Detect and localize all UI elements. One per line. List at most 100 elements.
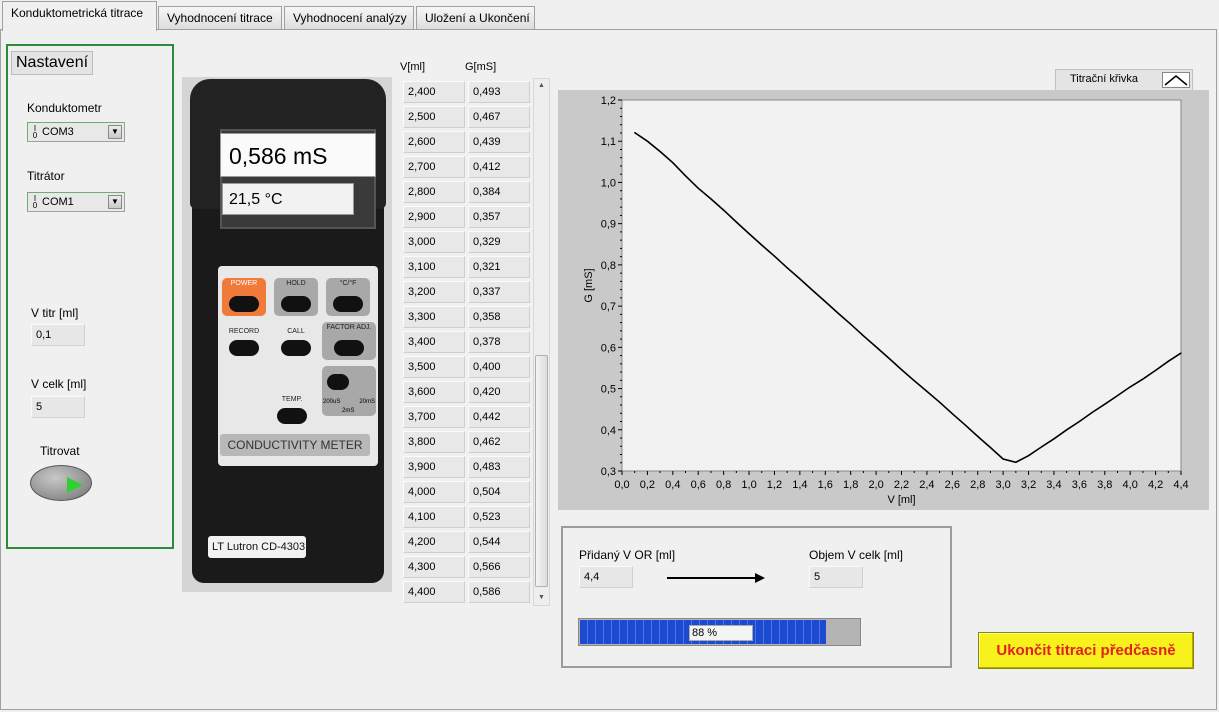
key-knob: [333, 296, 363, 312]
table-cell-v: 4,200: [403, 531, 465, 553]
settings-title: Nastavení: [11, 51, 94, 75]
progress-bar: 88 %: [578, 618, 861, 646]
tab-conductometric-titration[interactable]: Konduktometrická titrace: [2, 1, 157, 31]
total-volume-label: Objem V celk [ml]: [809, 548, 904, 562]
conductometer-port-select[interactable]: I0 COM3 ▼: [27, 122, 125, 142]
settings-panel: Nastavení Konduktometr I0 COM3 ▼ Titráto…: [6, 44, 174, 549]
table-cell-v: 3,000: [403, 231, 465, 253]
tab-analysis-evaluation[interactable]: Vyhodnocení analýzy: [284, 6, 414, 30]
tab-save-and-exit[interactable]: Uložení a Ukončení: [416, 6, 535, 30]
factor-key: FACTOR ADJ.: [322, 322, 376, 360]
scroll-thumb[interactable]: [535, 355, 548, 587]
titrator-port-select[interactable]: I0 COM1 ▼: [27, 192, 125, 212]
play-icon: [67, 477, 83, 493]
stop-titration-button[interactable]: Ukončit titraci předčasně: [978, 632, 1194, 669]
data-point: [1116, 394, 1119, 397]
data-point: [1091, 411, 1093, 414]
data-point: [1180, 352, 1182, 354]
y-tick-label: 0,8: [601, 260, 616, 272]
data-point: [850, 323, 852, 325]
range-knob: [327, 374, 349, 390]
table-cell-g: 0,337: [468, 281, 530, 303]
meter-title: CONDUCTIVITY METER: [220, 434, 370, 456]
key-knob: [334, 340, 364, 356]
x-tick-label: 1,8: [843, 479, 858, 491]
x-tick-label: 3,2: [1021, 479, 1036, 491]
y-tick-label: 1,0: [601, 177, 616, 189]
record-key-label: RECORD: [228, 328, 260, 335]
line-style-icon: [1162, 72, 1190, 88]
conductometer-port-value: COM3: [42, 126, 74, 138]
table-cell-g: 0,420: [468, 381, 530, 403]
table-scrollbar[interactable]: ▲ ▼: [533, 78, 550, 606]
table-cell-g: 0,462: [468, 431, 530, 453]
table-cell-g: 0,442: [468, 406, 530, 428]
data-point: [1129, 386, 1131, 388]
tab-label: Uložení a Ukončení: [425, 11, 530, 25]
tab-label: Vyhodnocení titrace: [167, 11, 273, 25]
table-cell-v: 2,900: [403, 206, 465, 228]
legend-label: Titrační křivka: [1070, 73, 1139, 85]
data-point: [697, 187, 699, 189]
v-titr-input[interactable]: 0,1: [31, 324, 85, 346]
hold-key: HOLD: [274, 278, 318, 316]
meter-brand: LT Lutron CD-4303: [208, 536, 306, 558]
conductometer-label: Konduktometr: [27, 101, 102, 115]
table-cell-v: 4,300: [403, 556, 465, 578]
x-tick-label: 2,6: [945, 479, 960, 491]
tab-label: Vyhodnocení analýzy: [293, 11, 407, 25]
v-celk-input[interactable]: 5: [31, 396, 85, 418]
y-tick-label: 1,2: [601, 95, 616, 107]
titration-graph: 0,3 0,4 0,5 0,6 0,7 0,8 0,9 1,0 1,1 1,2 0,0 0,2 0,4 0…: [558, 90, 1209, 510]
table-cell-v: 2,400: [403, 81, 465, 103]
data-point: [913, 380, 915, 382]
x-tick-label: 3,4: [1046, 479, 1061, 491]
x-tick-label: 0,2: [640, 479, 655, 491]
v-celk-label: V celk [ml]: [31, 377, 87, 391]
table-cell-v: 4,000: [403, 481, 465, 503]
y-tick-label: 0,6: [601, 342, 616, 354]
dropdown-arrow-icon[interactable]: ▼: [108, 125, 122, 139]
x-tick-label: 3,6: [1072, 479, 1087, 491]
tab-label: Konduktometrická titrace: [11, 6, 144, 20]
y-tick-label: 0,7: [601, 301, 616, 313]
titrovat-toggle-button[interactable]: [30, 465, 92, 501]
x-tick-label: 0,8: [716, 479, 731, 491]
titrovat-label: Titrovat: [40, 444, 80, 458]
table-cell-g: 0,439: [468, 131, 530, 153]
x-tick-label: 2,4: [919, 479, 934, 491]
plot-area: [621, 99, 1182, 472]
y-tick-label: 1,1: [601, 136, 616, 148]
x-tick-label: 3,0: [995, 479, 1010, 491]
dropdown-arrow-icon[interactable]: ▼: [108, 195, 122, 209]
data-point: [837, 312, 839, 314]
table-cell-g: 0,357: [468, 206, 530, 228]
plot-legend[interactable]: Titrační křivka: [1055, 69, 1193, 91]
tab-titration-evaluation[interactable]: Vyhodnocení titrace: [158, 6, 282, 30]
conductivity-reading: 0,586 mS: [220, 133, 376, 177]
table-cell-v: 2,700: [403, 156, 465, 178]
data-point: [900, 368, 903, 371]
key-knob: [229, 340, 259, 356]
x-tick-label: 4,4: [1173, 479, 1188, 491]
progress-percent: 88 %: [689, 625, 753, 641]
range-high-label: 20mS: [359, 399, 375, 405]
scroll-down-icon[interactable]: ▼: [534, 591, 549, 605]
data-point: [1002, 458, 1004, 460]
table-cell-g: 0,504: [468, 481, 530, 503]
scroll-up-icon[interactable]: ▲: [534, 79, 549, 93]
x-tick-label: 0,6: [691, 479, 706, 491]
tab-bar: Konduktometrická titrace Vyhodnocení tit…: [0, 0, 1219, 31]
table-cell-v: 3,400: [403, 331, 465, 353]
table-cell-g: 0,566: [468, 556, 530, 578]
data-point: [786, 267, 788, 269]
range-low-label: 200uS: [323, 399, 341, 405]
column-header-g: G[mS]: [465, 61, 497, 73]
table-cell-v: 3,600: [403, 381, 465, 403]
data-point: [773, 255, 776, 257]
data-point: [939, 401, 941, 403]
temp-key: TEMP.: [270, 394, 314, 428]
unit-key: °C/°F: [326, 278, 370, 316]
x-tick-label: 1,0: [741, 479, 756, 491]
x-tick-label: 3,8: [1097, 479, 1112, 491]
